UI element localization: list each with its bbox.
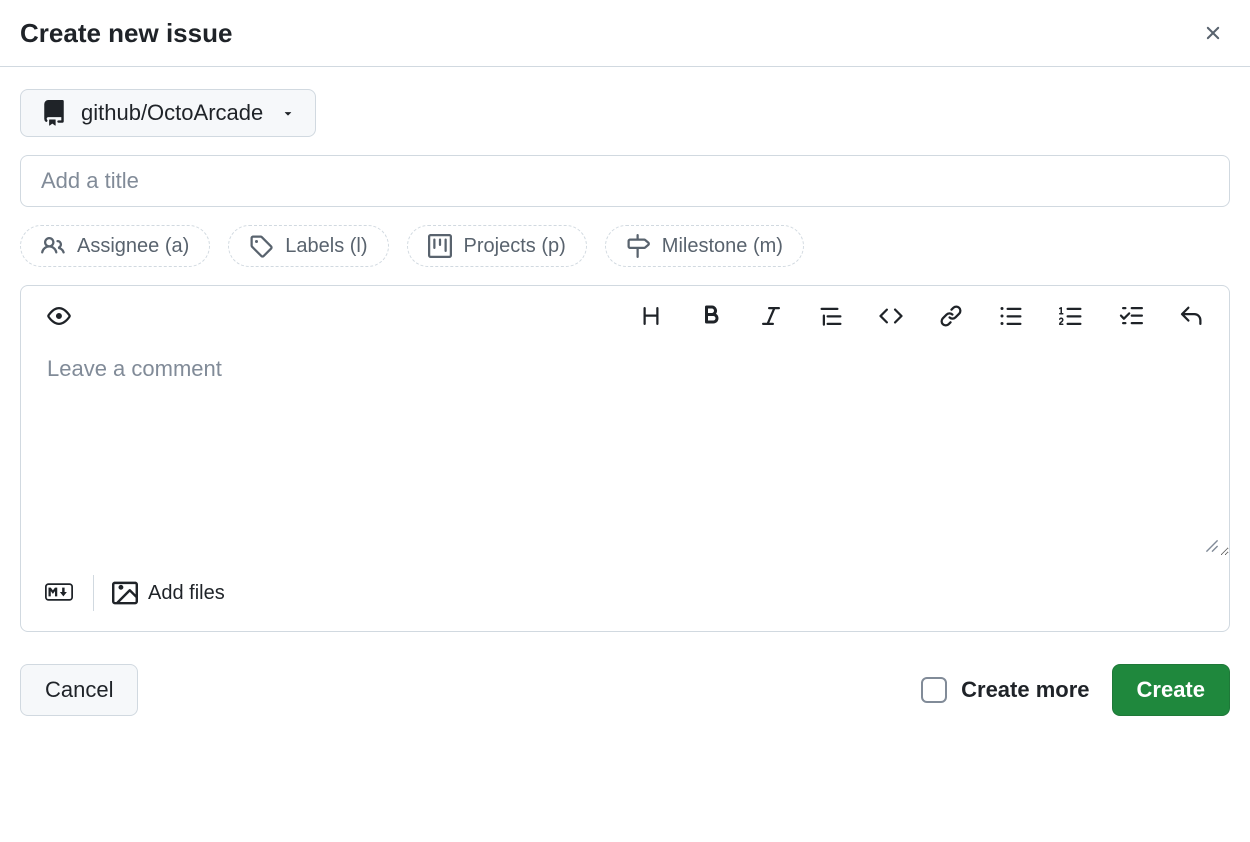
- bold-icon: [699, 304, 723, 328]
- dialog-body: github/OctoArcade Assignee (a) Labels (l…: [0, 67, 1250, 738]
- ordered-list-button[interactable]: [1055, 300, 1087, 332]
- tag-icon: [249, 234, 273, 258]
- repo-name: github/OctoArcade: [81, 100, 263, 126]
- quote-icon: [819, 304, 843, 328]
- preview-button[interactable]: [43, 300, 75, 332]
- eye-icon: [47, 304, 71, 328]
- link-button[interactable]: [935, 300, 967, 332]
- people-icon: [41, 234, 65, 258]
- dialog-title: Create new issue: [20, 18, 232, 49]
- projects-chip[interactable]: Projects (p): [407, 225, 587, 267]
- milestone-chip[interactable]: Milestone (m): [605, 225, 804, 267]
- milestone-label: Milestone (m): [662, 235, 783, 258]
- unordered-list-button[interactable]: [995, 300, 1027, 332]
- editor-footer: Add files: [21, 561, 1229, 631]
- milestone-icon: [626, 234, 650, 258]
- task-list-button[interactable]: [1115, 300, 1147, 332]
- create-more-label: Create more: [961, 677, 1089, 703]
- assignee-chip[interactable]: Assignee (a): [20, 225, 210, 267]
- create-more-checkbox[interactable]: Create more: [921, 677, 1089, 703]
- close-button[interactable]: [1196, 16, 1230, 50]
- markdown-icon: [45, 582, 73, 602]
- quote-button[interactable]: [815, 300, 847, 332]
- project-icon: [428, 234, 452, 258]
- create-button[interactable]: Create: [1112, 664, 1230, 716]
- metadata-chips: Assignee (a) Labels (l) Projects (p) Mil…: [20, 225, 1230, 267]
- dialog-footer: Cancel Create more Create: [20, 664, 1230, 716]
- list-ordered-icon: [1059, 304, 1083, 328]
- repo-icon: [41, 100, 67, 126]
- checkbox-icon: [921, 677, 947, 703]
- projects-label: Projects (p): [464, 235, 566, 258]
- title-input[interactable]: [20, 155, 1230, 207]
- markdown-button[interactable]: [43, 580, 75, 607]
- italic-button[interactable]: [755, 300, 787, 332]
- comment-editor: Add files: [20, 285, 1230, 632]
- heading-icon: [639, 304, 663, 328]
- close-icon: [1202, 22, 1224, 44]
- code-icon: [879, 304, 903, 328]
- assignee-label: Assignee (a): [77, 235, 189, 258]
- reply-icon: [1179, 304, 1203, 328]
- labels-chip[interactable]: Labels (l): [228, 225, 388, 267]
- dialog-header: Create new issue: [0, 0, 1250, 67]
- list-unordered-icon: [999, 304, 1023, 328]
- repo-selector[interactable]: github/OctoArcade: [20, 89, 316, 137]
- add-files-label: Add files: [148, 582, 225, 605]
- divider: [93, 575, 94, 611]
- labels-label: Labels (l): [285, 235, 367, 258]
- chevron-down-icon: [281, 106, 295, 120]
- heading-button[interactable]: [635, 300, 667, 332]
- comment-textarea[interactable]: [21, 346, 1229, 556]
- code-button[interactable]: [875, 300, 907, 332]
- tasklist-icon: [1119, 304, 1143, 328]
- add-files-button[interactable]: Add files: [112, 580, 225, 606]
- bold-button[interactable]: [695, 300, 727, 332]
- cancel-button[interactable]: Cancel: [20, 664, 138, 716]
- resize-handle-icon[interactable]: [1205, 539, 1219, 553]
- editor-toolbar: [21, 286, 1229, 346]
- reply-button[interactable]: [1175, 300, 1207, 332]
- italic-icon: [759, 304, 783, 328]
- image-icon: [112, 580, 138, 606]
- link-icon: [939, 304, 963, 328]
